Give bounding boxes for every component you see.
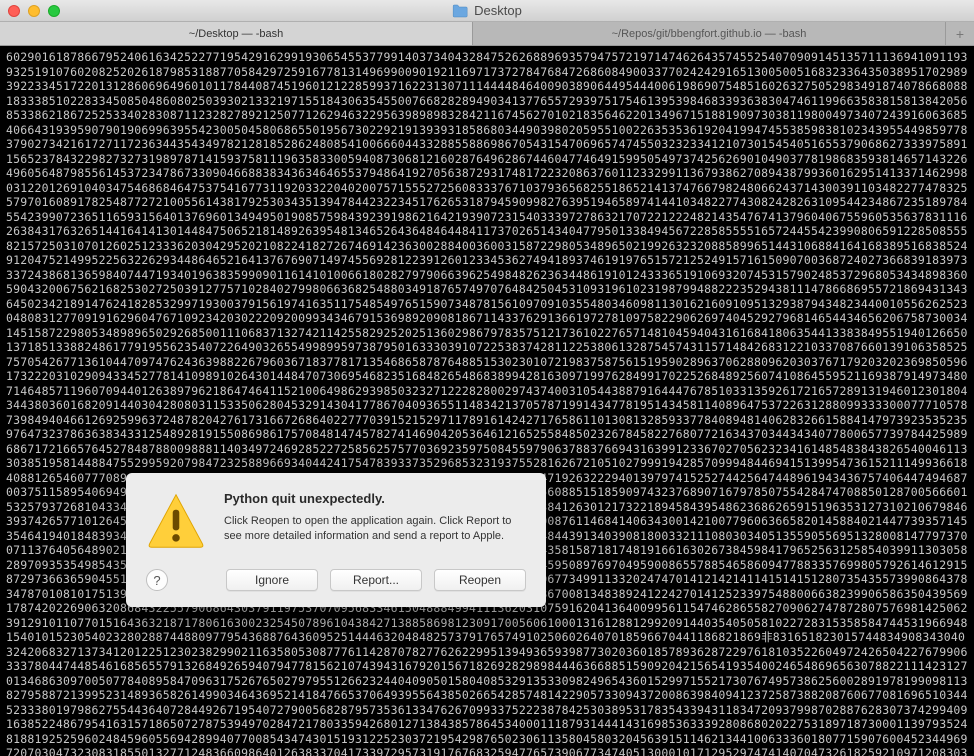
- folder-icon: [452, 4, 468, 18]
- pi-digits-output: 6029016187866795240616342522771954291629…: [6, 50, 968, 756]
- tab-desktop-bash[interactable]: ~/Desktop — -bash: [0, 22, 473, 45]
- tab-label: ~/Desktop — -bash: [189, 28, 283, 40]
- help-icon: ?: [153, 573, 160, 588]
- window-title: Desktop: [452, 3, 522, 18]
- tab-label: ~/Repos/git/bbengfort.github.io — -bash: [612, 28, 807, 40]
- close-window-button[interactable]: [8, 5, 20, 17]
- crash-report-dialog: Python quit unexpectedly. Click Reopen t…: [126, 473, 546, 607]
- warning-icon: [146, 491, 206, 551]
- dialog-message: Click Reopen to open the application aga…: [224, 514, 526, 544]
- dialog-title: Python quit unexpectedly.: [224, 491, 526, 506]
- window-titlebar: Desktop: [0, 0, 974, 22]
- window-title-text: Desktop: [474, 3, 522, 18]
- help-button[interactable]: ?: [146, 569, 168, 591]
- reopen-button[interactable]: Reopen: [434, 569, 526, 591]
- terminal-viewport[interactable]: 6029016187866795240616342522771954291629…: [0, 46, 974, 756]
- maximize-window-button[interactable]: [48, 5, 60, 17]
- terminal-output: 6029016187866795240616342522771954291629…: [6, 50, 968, 756]
- new-tab-button[interactable]: +: [946, 22, 974, 45]
- ignore-button[interactable]: Ignore: [226, 569, 318, 591]
- tab-bar: ~/Desktop — -bash ~/Repos/git/bbengfort.…: [0, 22, 974, 46]
- minimize-window-button[interactable]: [28, 5, 40, 17]
- traffic-lights: [8, 5, 60, 17]
- report-button[interactable]: Report...: [330, 569, 422, 591]
- tab-repos-bash[interactable]: ~/Repos/git/bbengfort.github.io — -bash: [473, 22, 946, 45]
